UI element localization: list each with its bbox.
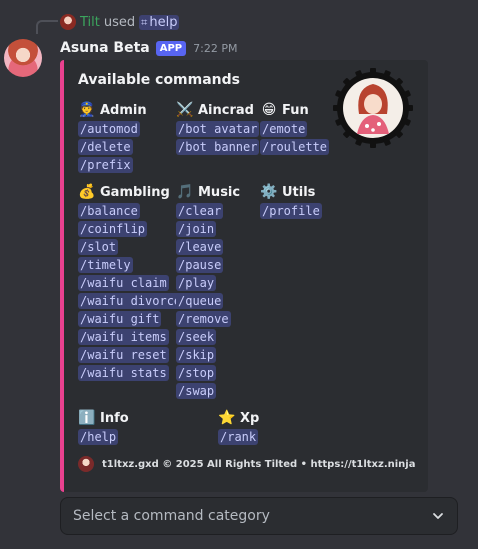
field-title: Fun	[282, 102, 309, 118]
command-code: /waifu gift	[78, 311, 162, 327]
grin-face-icon: 😁	[261, 102, 277, 118]
command-code: /clear	[176, 203, 224, 219]
command-code: /stop	[176, 365, 217, 381]
help-embed: Available commands 👮 Admin /automod /dele…	[60, 60, 428, 492]
field-xp: ⭐ Xp /rank	[218, 409, 259, 445]
bot-name[interactable]: Asuna Beta	[60, 40, 150, 56]
field-utils: ⚙️ Utils /profile	[260, 183, 322, 219]
select-placeholder: Select a command category	[73, 508, 270, 524]
embed-footer: t1ltxz.gxd © 2025 All Rights Tilted • ht…	[78, 456, 415, 472]
gear-icon: ⚙️	[260, 184, 278, 200]
reply-connector	[36, 20, 58, 34]
field-admin: 👮 Admin /automod /delete /prefix	[78, 101, 147, 173]
command-code: /delete	[78, 139, 133, 155]
command-category-select[interactable]: Select a command category	[60, 497, 458, 535]
command-code: /rank	[218, 429, 259, 445]
footer-text: t1ltxz.gxd © 2025 All Rights Tilted • ht…	[102, 458, 416, 470]
field-gambling: 💰 Gambling /balance /coinflip /slot /time…	[78, 183, 184, 381]
command-code: /timely	[78, 257, 133, 273]
field-music: 🎵 Music /clear /join /leave /pause /play …	[176, 183, 240, 399]
command-code: /coinflip	[78, 221, 148, 237]
command-code: /waifu divorce	[78, 293, 184, 309]
message-header: Asuna Beta APP 7:22 PM	[60, 38, 237, 58]
command-code: /waifu claim	[78, 275, 169, 291]
command-code: /roulette	[260, 139, 330, 155]
reply-command-label: help	[149, 14, 178, 30]
message-timestamp[interactable]: 7:22 PM	[193, 42, 237, 55]
reply-used-text: used	[103, 14, 136, 30]
command-code: /play	[176, 275, 217, 291]
command-code: /bot banner	[176, 139, 260, 155]
field-fun: 😁 Fun /emote /roulette	[260, 101, 330, 155]
command-code: /queue	[176, 293, 224, 309]
field-aincrad: ⚔️ Aincrad /bot avatar /bot banner	[176, 101, 260, 155]
slash-command-icon: ⌗	[141, 15, 148, 29]
field-title: Info	[100, 410, 129, 426]
command-code: /profile	[260, 203, 322, 219]
embed-thumbnail[interactable]	[333, 68, 413, 148]
field-title: Utils	[282, 184, 316, 200]
command-code: /help	[78, 429, 119, 445]
field-title: Xp	[240, 410, 260, 426]
field-title: Gambling	[100, 184, 170, 200]
field-title: Aincrad	[198, 102, 254, 118]
command-code: /prefix	[78, 157, 133, 173]
police-officer-icon: 👮	[78, 102, 96, 118]
reply-context[interactable]: Tilt used ⌗ help	[60, 13, 180, 31]
field-info: ℹ️ Info /help	[78, 409, 129, 445]
command-code: /leave	[176, 239, 224, 255]
command-code: /balance	[78, 203, 140, 219]
field-title: Admin	[100, 102, 147, 118]
command-code: /bot avatar	[176, 121, 260, 137]
command-code: /waifu reset	[78, 347, 169, 363]
star-icon: ⭐	[218, 410, 236, 426]
chevron-down-icon	[433, 513, 443, 519]
reply-user-avatar[interactable]	[60, 14, 76, 30]
money-bag-icon: 💰	[78, 184, 96, 200]
footer-icon	[78, 456, 94, 472]
command-code: /skip	[176, 347, 217, 363]
command-code: /waifu items	[78, 329, 169, 345]
command-code: /seek	[176, 329, 217, 345]
command-code: /pause	[176, 257, 224, 273]
command-code: /waifu stats	[78, 365, 169, 381]
app-badge: APP	[155, 40, 187, 56]
field-title: Music	[198, 184, 241, 200]
crossed-swords-icon: ⚔️	[176, 102, 194, 118]
bot-avatar[interactable]	[4, 39, 42, 77]
command-code: /automod	[78, 121, 140, 137]
command-code: /remove	[176, 311, 231, 327]
command-code: /swap	[176, 383, 217, 399]
command-code: /join	[176, 221, 217, 237]
reply-username[interactable]: Tilt	[80, 15, 100, 30]
music-note-icon: 🎵	[176, 184, 194, 200]
info-icon: ℹ️	[78, 410, 96, 426]
command-code: /slot	[78, 239, 119, 255]
reply-command[interactable]: ⌗ help	[139, 14, 180, 30]
embed-title: Available commands	[78, 72, 241, 88]
command-code: /emote	[260, 121, 308, 137]
